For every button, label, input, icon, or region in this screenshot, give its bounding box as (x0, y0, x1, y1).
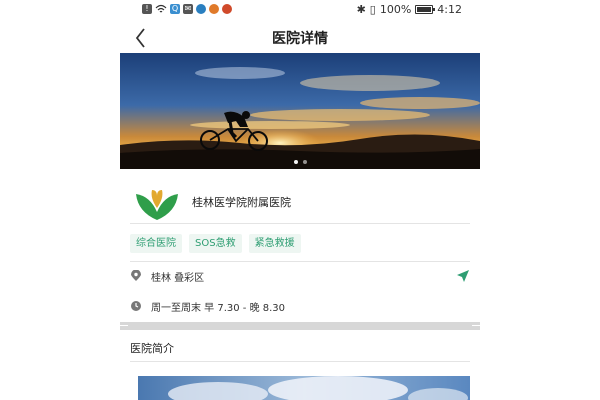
bluetooth-icon: ✱ (356, 3, 366, 16)
intro-section-title: 医院简介 (130, 342, 174, 355)
banner-carousel[interactable] (120, 53, 480, 169)
carousel-dots (120, 160, 480, 164)
notification-icons: ! Q ✉ (142, 4, 232, 14)
banner-image (120, 53, 480, 169)
tag-emergency-rescue[interactable]: 紧急救援 (248, 234, 301, 253)
divider (130, 261, 470, 262)
address-row[interactable]: 桂林 叠彩区 (130, 266, 470, 286)
carousel-dot-1[interactable] (293, 160, 298, 164)
battery-icon (415, 5, 436, 14)
hospital-tags: 综合医院 SOS急救 紧急救援 (130, 234, 301, 253)
alert-icon: ! (142, 4, 152, 14)
clock: 4:12 (437, 3, 462, 16)
section-separator (120, 322, 480, 330)
intro-image-graphic (138, 376, 470, 400)
system-icons: ✱ ▯ 100% 4:12 (357, 3, 462, 16)
location-pin-icon (131, 270, 141, 281)
weibo-icon (209, 4, 219, 14)
carousel-dot-2[interactable] (302, 160, 307, 164)
intro-image (138, 376, 470, 400)
status-bar: ! Q ✉ ✱ ▯ 100% 4:12 (120, 0, 480, 20)
page-title: 医院详情 (272, 31, 328, 47)
app-header: 医院详情 (120, 24, 480, 52)
clock-icon (131, 301, 141, 311)
tag-general-hospital[interactable]: 综合医院 (130, 234, 182, 253)
wifi-icon (155, 4, 167, 13)
hospital-name: 桂林医学院附属医院 (192, 195, 291, 209)
app-icon-q: Q (170, 4, 180, 14)
battery-percent: 100% (379, 3, 412, 16)
phone-screen: ! Q ✉ ✱ ▯ 100% 4:12 医院详情 桂林医学院附属医院 综合医院 … (120, 0, 480, 400)
address-text: 桂林 叠彩区 (151, 272, 205, 284)
hospital-logo-icon (136, 189, 178, 220)
hours-text: 周一至周末 早 7.30 - 晚 8.30 (151, 302, 286, 314)
vibrate-icon: ▯ (369, 3, 376, 16)
navigation-arrow-icon[interactable] (456, 269, 470, 283)
tag-sos-emergency[interactable]: SOS急救 (189, 234, 242, 253)
divider (130, 361, 470, 362)
weibo-icon-2 (222, 4, 232, 14)
hours-row: 周一至周末 早 7.30 - 晚 8.30 (130, 296, 470, 316)
hospital-info-row: 桂林医学院附属医院 (130, 180, 470, 224)
app-icon-circle (196, 4, 206, 14)
mail-icon: ✉ (183, 4, 193, 14)
